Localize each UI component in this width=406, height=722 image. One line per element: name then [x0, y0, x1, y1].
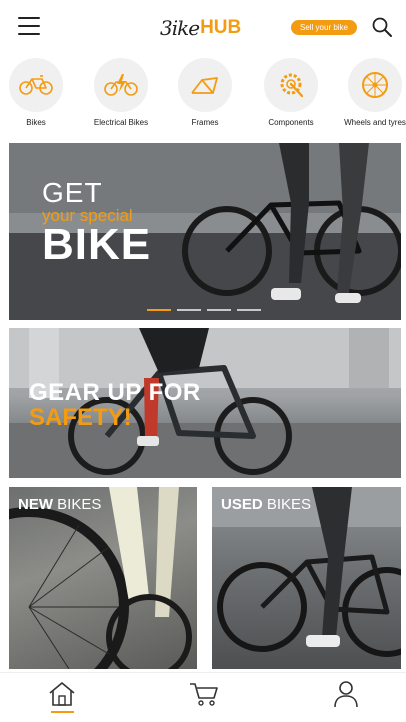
search-icon[interactable]: [371, 16, 393, 38]
hero-headline: GET your special BIKE: [42, 177, 152, 269]
carousel-indicator: [147, 309, 261, 311]
logo-hub-text: HUB: [200, 17, 242, 38]
new-bikes-title-rest: BIKES: [53, 496, 102, 513]
hero-line-bike: BIKE: [42, 220, 152, 269]
logo-mark: 3ike: [160, 16, 200, 40]
category-label: Wheels and tyres: [344, 118, 406, 127]
used-bikes-title: USED BIKES: [221, 496, 311, 513]
carousel-dot[interactable]: [177, 309, 201, 311]
bicycle-icon: [9, 58, 63, 112]
category-frames[interactable]: Frames: [170, 58, 240, 127]
hero-banner[interactable]: GET your special BIKE: [9, 143, 401, 320]
category-bikes[interactable]: Bikes: [1, 58, 71, 127]
bikehub-logo[interactable]: 3ike HUB: [160, 14, 241, 42]
hero-line-get: GET: [42, 177, 103, 208]
new-bikes-tile[interactable]: NEW BIKES: [9, 487, 197, 669]
category-label: Components: [268, 118, 314, 127]
category-wheels-and-tyres[interactable]: Wheels and tyres: [340, 58, 406, 127]
used-bikes-title-rest: BIKES: [262, 496, 312, 513]
profile-icon[interactable]: [330, 679, 362, 709]
home-icon[interactable]: [46, 679, 78, 709]
carousel-dot[interactable]: [237, 309, 261, 311]
category-label: Electrical Bikes: [93, 118, 149, 127]
safety-banner[interactable]: GEAR UP FOR SAFETY!: [9, 328, 401, 478]
app-header: 3ike HUB Sell your bike: [0, 0, 406, 56]
new-bikes-title-bold: NEW: [18, 496, 53, 513]
carousel-dot[interactable]: [207, 309, 231, 311]
carousel-dot[interactable]: [147, 309, 171, 311]
cart-icon[interactable]: [188, 679, 220, 709]
category-row: Bikes Electrical Bikes Frames Components…: [0, 58, 406, 140]
category-label: Frames: [191, 118, 219, 127]
safety-line-1: GEAR UP FOR: [29, 379, 201, 406]
used-bikes-image: [212, 487, 401, 657]
new-bikes-image: [9, 487, 192, 669]
used-bikes-title-bold: USED: [221, 496, 263, 513]
safety-line-2: SAFETY!: [29, 404, 132, 431]
sell-your-bike-button[interactable]: Sell your bike: [291, 20, 357, 35]
wheel-icon: [348, 58, 402, 112]
chainring-icon: [264, 58, 318, 112]
hamburger-menu-icon[interactable]: [18, 17, 40, 35]
frame-icon: [178, 58, 232, 112]
active-tab-indicator: [51, 711, 74, 713]
bottom-navigation: [0, 672, 406, 722]
safety-headline: GEAR UP FOR SAFETY!: [29, 380, 201, 430]
new-bikes-title: NEW BIKES: [18, 496, 101, 513]
electric-bike-icon: [94, 58, 148, 112]
category-label: Bikes: [26, 118, 46, 127]
category-components[interactable]: Components: [256, 58, 326, 127]
used-bikes-tile[interactable]: USED BIKES: [212, 487, 401, 669]
category-electrical-bikes[interactable]: Electrical Bikes: [86, 58, 156, 127]
